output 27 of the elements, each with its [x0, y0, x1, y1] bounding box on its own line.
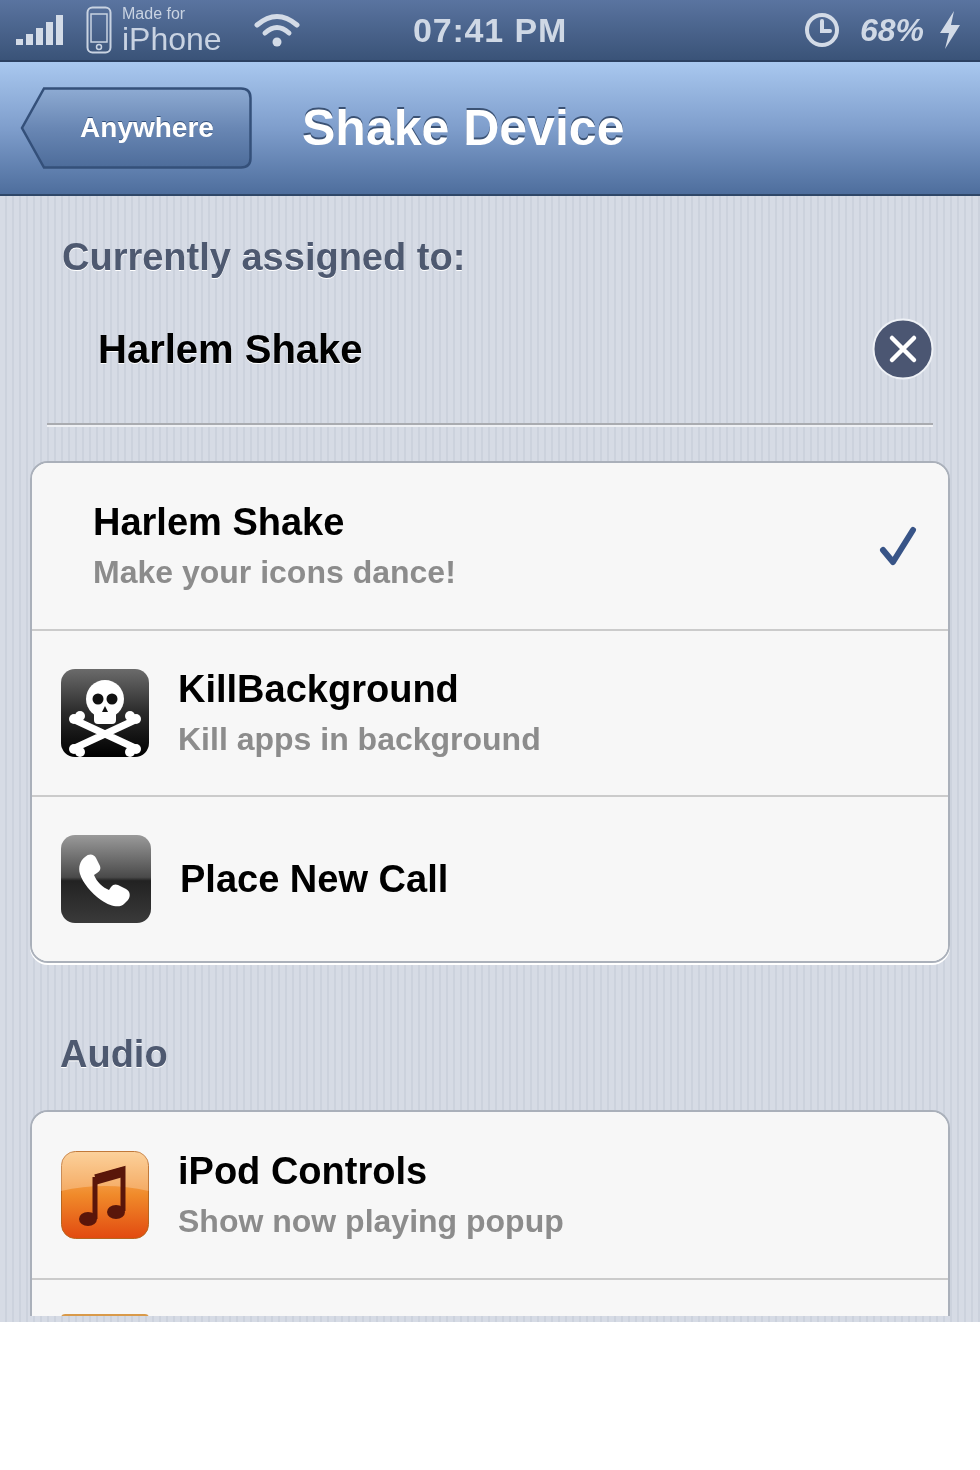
skull-crossbones-icon — [61, 669, 149, 757]
row-subtitle: Kill apps in background — [178, 720, 541, 759]
battery-percentage: 68% — [859, 11, 924, 50]
made-for-label: Made for — [122, 5, 186, 23]
list-row[interactable]: Place New Call — [32, 795, 948, 961]
screen-title: Shake Device — [302, 98, 625, 158]
row-subtitle: Show now playing popup — [178, 1202, 564, 1241]
section-header: Currently assigned to: — [62, 235, 466, 280]
status-time: 07:41 PM — [412, 9, 568, 51]
row-title: KillBackground — [178, 667, 459, 711]
charging-bolt-icon — [938, 11, 962, 49]
row-title: iPod Controls — [178, 1149, 428, 1193]
signal-icon — [16, 15, 66, 45]
row-title: Harlem Shake — [93, 500, 345, 544]
clock-icon — [803, 12, 840, 48]
wifi-icon — [253, 12, 300, 48]
clear-button[interactable] — [872, 318, 934, 380]
row-subtitle: Make your icons dance! — [93, 553, 456, 592]
close-icon — [872, 318, 934, 380]
row-title: Place New Call — [180, 857, 449, 901]
phone-outline-icon — [86, 6, 112, 54]
music-note-icon — [61, 1151, 149, 1239]
section-header: Audio — [60, 1032, 168, 1077]
back-button[interactable]: Anywhere — [20, 87, 252, 169]
phone-handset-icon — [61, 835, 151, 923]
device-label: iPhone — [122, 23, 222, 55]
assigned-action: Harlem Shake — [98, 326, 363, 373]
